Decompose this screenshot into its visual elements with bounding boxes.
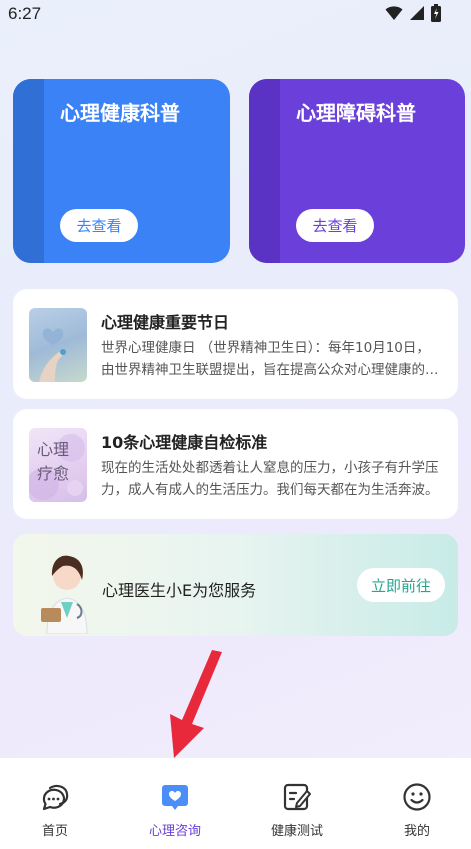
- article-thumbnail: [29, 308, 87, 382]
- wifi-icon: [385, 6, 403, 20]
- tab-health-test[interactable]: 健康测试: [242, 758, 352, 849]
- article-title: 心理健康重要节日: [101, 313, 230, 332]
- card-title: 心理障碍科普: [296, 101, 416, 125]
- mental-disorder-card[interactable]: 心理障碍科普 去查看: [249, 79, 465, 263]
- edit-note-icon: [283, 783, 311, 811]
- chat-bubbles-icon: [42, 784, 69, 811]
- mental-health-card[interactable]: 心理健康科普 去查看: [13, 79, 230, 263]
- bottom-tab-bar: 首页 心理咨询 健康测试 我的: [0, 758, 471, 849]
- battery-icon: [431, 4, 441, 22]
- card-title: 心理健康科普: [60, 101, 180, 125]
- article-item[interactable]: 心理疗愈 10条心理健康自检标准 现在的生活处处都透着让人窒息的压力，小孩子有升…: [13, 409, 458, 519]
- article-summary: 现在的生活处处都透着让人窒息的压力，小孩子有升学压力，成人有成人的生活压力。我们…: [101, 460, 439, 498]
- thumbnail-text: 心理疗愈: [37, 440, 70, 483]
- status-icons: [385, 4, 441, 22]
- tab-label: 我的: [403, 824, 430, 839]
- article-item[interactable]: 心理健康重要节日 世界心理健康日 （世界精神卫生日）：每年10月10日，由世界精…: [13, 289, 458, 399]
- article-summary: 世界心理健康日 （世界精神卫生日）：每年10月10日，由世界精神卫生联盟提出，旨…: [101, 340, 439, 378]
- card-strip: [13, 79, 44, 263]
- annotation-arrow-icon: [170, 650, 222, 758]
- status-time: 6:27: [8, 4, 42, 23]
- go-now-button[interactable]: 立即前往: [357, 568, 445, 602]
- tab-counseling[interactable]: 心理咨询: [120, 758, 230, 849]
- tab-profile[interactable]: 我的: [362, 758, 471, 849]
- view-button[interactable]: 去查看: [60, 209, 138, 242]
- hand-heart-image: [39, 328, 66, 382]
- status-bar: 6:27: [0, 0, 471, 28]
- card-strip: [249, 79, 280, 263]
- tab-label: 首页: [41, 824, 68, 839]
- smiley-icon: [403, 783, 431, 811]
- doctor-banner[interactable]: 心理医生小E为您服务 立即前往: [13, 534, 458, 636]
- article-thumbnail: 心理疗愈: [29, 428, 87, 502]
- tab-label: 健康测试: [270, 824, 323, 839]
- doctor-service-text: 心理医生小E为您服务: [102, 581, 257, 600]
- doctor-avatar: [41, 555, 88, 634]
- tab-label: 心理咨询: [148, 824, 201, 839]
- article-title: 10条心理健康自检标准: [101, 433, 268, 452]
- view-button[interactable]: 去查看: [296, 209, 374, 242]
- tab-home[interactable]: 首页: [0, 758, 110, 849]
- heart-chat-icon: [162, 785, 188, 810]
- signal-icon: [410, 6, 424, 20]
